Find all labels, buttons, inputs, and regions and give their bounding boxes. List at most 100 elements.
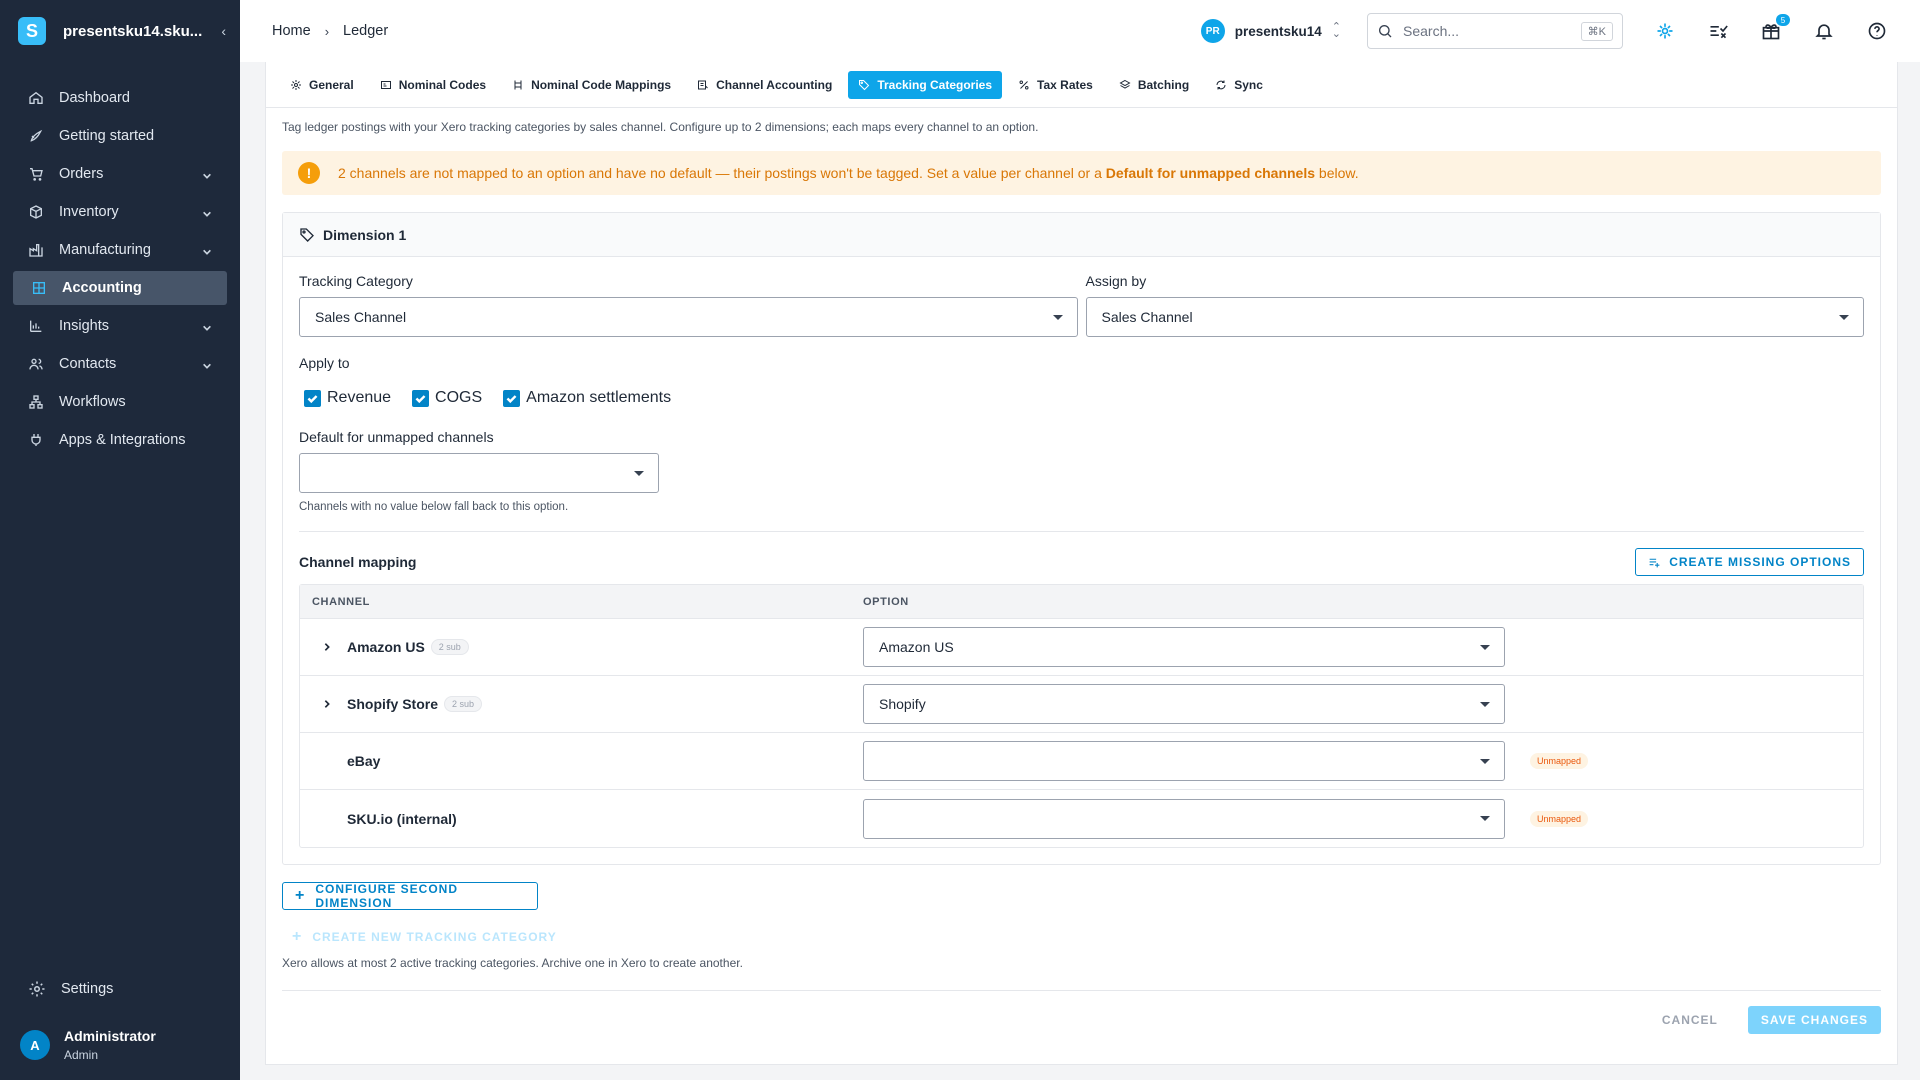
table-row: SKU.io (internal) Unmapped [300,790,1863,847]
ledger-settings-card: General Nominal Codes Nominal Code Mapping… [265,62,1898,1065]
user-menu[interactable]: A Administrator Admin [0,1016,240,1074]
caret-down-icon [1480,701,1490,707]
chevron-down-icon [202,207,212,217]
plus-icon: + [295,887,306,904]
configure-second-dimension-button[interactable]: + CONFIGURE SECOND DIMENSION [282,882,538,910]
sidebar-item-insights[interactable]: Insights [0,307,240,345]
table-row: eBay Unmapped [300,733,1863,790]
ai-sparkle-button[interactable] [1654,20,1676,42]
sidebar-item-apps-integrations[interactable]: Apps & Integrations [0,421,240,459]
channel-option-value: Amazon US [879,639,954,655]
checkbox-checked-icon[interactable] [412,389,430,407]
cancel-button[interactable]: CANCEL [1662,1013,1718,1027]
app-logo[interactable]: S [18,17,46,45]
search-placeholder: Search... [1403,23,1460,39]
tag-icon [858,79,870,91]
workflow-icon [28,394,44,410]
gift-button[interactable]: 5 [1760,14,1790,42]
sidebar-item-label: Contacts [59,356,117,372]
collapse-sidebar-icon[interactable]: ‹ [221,23,226,39]
column-option: OPTION [863,595,909,608]
tab-nominal-codes[interactable]: Nominal Codes [370,71,496,99]
channel-option-select[interactable] [863,741,1505,781]
sidebar-nav: Dashboard Getting started Orders Inventory M… [0,79,240,459]
default-helper-text: Channels with no value below fall back t… [299,501,569,513]
sidebar-item-label: Accounting [62,280,142,296]
box-icon [28,204,44,220]
channel-option-select[interactable]: Amazon US [863,627,1505,667]
sidebar-item-getting-started[interactable]: Getting started [0,117,240,155]
status-badge: Unmapped [1530,753,1589,769]
sidebar-item-inventory[interactable]: Inventory [0,193,240,231]
channel-name: Amazon US [347,639,425,655]
tab-tracking-categories[interactable]: Tracking Categories [848,70,1003,99]
channel-option-select[interactable]: Shopify [863,684,1505,724]
sidebar-item-contacts[interactable]: Contacts [0,345,240,383]
tab-general[interactable]: General [280,71,364,99]
gear-icon [290,79,302,91]
default-unmapped-select[interactable] [299,453,659,493]
create-missing-options-button[interactable]: CREATE MISSING OPTIONS [1635,548,1864,576]
tab-nominal-code-mappings[interactable]: Nominal Code Mappings [502,71,681,99]
tracking-category-select[interactable]: Sales Channel [299,297,1078,337]
chevron-down-icon [202,321,212,331]
search-input[interactable]: Search... ⌘K [1367,13,1623,49]
plus-icon: + [292,928,303,945]
channel-option-select[interactable] [863,798,1505,839]
sidebar-item-dashboard[interactable]: Dashboard [0,79,240,117]
chevron-down-icon [202,169,212,179]
sidebar-item-label: Apps & Integrations [59,432,186,448]
sidebar-item-orders[interactable]: Orders [0,155,240,193]
assign-by-select[interactable]: Sales Channel [1085,297,1864,337]
tab-channel-accounting[interactable]: Channel Accounting [687,71,842,99]
alert-text-end: below. [1315,165,1359,181]
assign-by-value: Sales Channel [1101,309,1193,325]
tab-label: Channel Accounting [716,77,833,92]
checkbox-label: Amazon settlements [526,389,672,406]
alert-text-start: 2 channels are not mapped to an option a… [338,165,1106,181]
tab-label: Tax Rates [1037,77,1093,92]
caret-down-icon [634,470,644,476]
assign-by-label: Assign by [1085,273,1147,289]
caret-down-icon [1480,644,1490,650]
apply-to-checkboxes: Revenue COGS Amazon settlements [299,389,1864,407]
org-switcher-name: presentsku14 [1234,23,1322,39]
bar-chart-icon [28,318,44,334]
checkbox-checked-icon[interactable] [304,389,321,407]
tab-tax-rates[interactable]: Tax Rates [1008,71,1103,99]
chevron-down-icon [202,359,212,369]
save-changes-button[interactable]: SAVE CHANGES [1747,1006,1881,1034]
sidebar-item-accounting[interactable]: Accounting [13,271,227,305]
search-icon [1379,25,1392,38]
caret-down-icon [1839,314,1849,320]
sidebar-item-label: Orders [59,166,104,182]
chevron-right-icon[interactable] [322,696,334,712]
tab-batching[interactable]: Batching [1109,71,1199,99]
user-name: Administrator [64,1028,156,1044]
help-button[interactable] [1866,20,1888,42]
apply-to-cogs-checkbox[interactable]: COGS [412,389,482,407]
sub-channel-count-badge: 2 sub [430,639,469,655]
sidebar-item-label: Dashboard [59,90,130,106]
bell-icon [1815,24,1833,40]
chevron-right-icon[interactable] [322,639,334,655]
sidebar-item-manufacturing[interactable]: Manufacturing [0,231,240,269]
tab-sync[interactable]: Sync [1205,71,1273,99]
sidebar-item-settings[interactable]: Settings [0,970,240,1008]
sub-channel-count-badge: 2 sub [444,696,483,712]
apply-to-amazon-settlements-checkbox[interactable]: Amazon settlements [503,389,671,407]
org-switcher[interactable]: PR presentsku14 ⌃ ⌄ [1200,19,1341,43]
default-unmapped-label: Default for unmapped channels [299,429,494,445]
create-new-tracking-category-button[interactable]: + CREATE NEW TRACKING CATEGORY [282,928,1897,946]
apply-to-revenue-checkbox[interactable]: Revenue [304,389,391,407]
dimension-header: Dimension 1 [283,213,1880,257]
notifications-button[interactable] [1813,20,1835,42]
channel-name: eBay [347,753,381,769]
create-missing-options-label: CREATE MISSING OPTIONS [1669,555,1851,569]
breadcrumb-home[interactable]: Home [272,23,311,39]
alert-text-bold: Default for unmapped channels [1105,165,1316,181]
checkbox-checked-icon[interactable] [503,389,521,407]
sidebar-item-workflows[interactable]: Workflows [0,383,240,421]
tasks-button[interactable] [1707,20,1729,42]
dimension-title: Dimension 1 [323,226,407,243]
